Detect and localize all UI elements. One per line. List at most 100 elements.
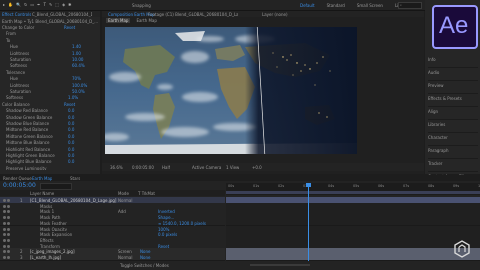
effect-controls-layer-tab[interactable]: C_Blend_GLOBAL_20680104_D_... xyxy=(32,12,92,17)
composition-viewer[interactable] xyxy=(105,27,357,154)
layer-name[interactable]: [L_earth_lh.jpg] xyxy=(30,255,61,260)
effect-property-value[interactable]: 0.0 xyxy=(68,147,74,152)
right-panel-item[interactable]: Preview xyxy=(428,81,478,94)
resolution-select[interactable]: Half xyxy=(162,165,170,170)
effect-property-row[interactable]: Midtone Blue Balance 0.0 xyxy=(2,140,98,145)
workspace-default[interactable]: Default xyxy=(300,3,315,8)
tool-icon[interactable]: ⬚ xyxy=(55,2,59,7)
visibility-switches[interactable] xyxy=(3,255,11,260)
tool-icon[interactable]: ✋ xyxy=(8,2,13,7)
effect-property-row[interactable]: Highlight Green Balance 0.0 xyxy=(2,153,98,158)
effect-property-value[interactable]: 0.0 xyxy=(68,153,74,158)
effect-property-row[interactable]: To xyxy=(2,38,98,43)
subtab-earth-map[interactable]: Earth Map xyxy=(106,18,131,23)
effect-property-value[interactable]: 1.40 xyxy=(72,44,81,49)
zoom-slider[interactable] xyxy=(250,264,310,266)
effect-property-label: Lightness xyxy=(10,50,30,56)
effect-property-value[interactable]: 0.0 xyxy=(68,140,74,145)
effect-property-value[interactable]: 0.0 xyxy=(68,108,74,113)
work-area-bar[interactable] xyxy=(226,191,480,194)
effect-property-row[interactable]: Preserve Luminosity xyxy=(2,166,98,171)
subtab-earth-map-2[interactable]: Earth Map xyxy=(136,18,156,23)
effect-property-value[interactable]: 0.0 xyxy=(68,159,74,164)
effect-property-value[interactable]: 60.4% xyxy=(72,63,85,68)
effect-controls-tab[interactable]: Effect Controls xyxy=(2,12,31,17)
right-panel-item[interactable]: Character xyxy=(428,133,478,146)
snapping-label[interactable]: Snapping xyxy=(132,3,151,8)
effect-property-row[interactable]: Saturation 10.00 xyxy=(2,57,98,62)
effect-property-row[interactable]: Hue 70% xyxy=(2,76,98,81)
effect-property-value[interactable]: 10.00 xyxy=(72,57,83,62)
tool-icon[interactable]: ✎ xyxy=(49,2,52,7)
toggle-switches-modes[interactable]: Toggle Switches / Modes xyxy=(120,263,169,268)
camera-select[interactable]: Active Camera xyxy=(192,165,221,170)
effect-property-label: Softness xyxy=(10,63,28,68)
tab-render-queue[interactable]: Render Queue xyxy=(3,176,32,181)
tab-earth-map[interactable]: Earth Map xyxy=(32,176,52,181)
effect-property-row[interactable]: Color Balance Reset xyxy=(2,102,98,107)
tool-icon[interactable]: 🔍 xyxy=(16,2,21,7)
right-panel-item[interactable]: Align xyxy=(428,107,478,120)
effect-property-row[interactable]: Midtone Green Balance 0.0 xyxy=(2,134,98,139)
workspace-small-screen[interactable]: Small Screen xyxy=(357,3,383,8)
right-panel-item[interactable]: Info xyxy=(428,55,478,68)
effect-property-row[interactable]: Highlight Red Balance 0.0 xyxy=(2,147,98,152)
views-select[interactable]: 1 View xyxy=(226,165,239,170)
effect-property-value[interactable]: 0.0 xyxy=(68,134,74,139)
effect-property-value[interactable]: 100.0% xyxy=(72,83,87,88)
effect-property-row[interactable]: Lightness 1.00 xyxy=(2,51,98,56)
effect-property-row[interactable]: Shadow Red Balance 0.0 xyxy=(2,108,98,113)
tool-icon[interactable]: ◈ xyxy=(62,2,65,7)
right-panel-item[interactable]: Audio xyxy=(428,68,478,81)
tool-icon[interactable]: ↻ xyxy=(24,2,27,7)
effect-property-value[interactable]: 1.0% xyxy=(68,95,78,100)
layer-mode[interactable]: Normal xyxy=(118,255,132,260)
effect-property-value[interactable]: Reset xyxy=(64,102,75,107)
effect-property-value[interactable]: 50.0% xyxy=(72,89,85,94)
tool-icon[interactable]: ▭ xyxy=(30,2,34,7)
right-panel-item[interactable]: Effects & Presets xyxy=(428,94,478,107)
timeline-search[interactable] xyxy=(40,183,72,190)
right-panel-item[interactable]: Paragraph xyxy=(428,146,478,159)
effect-property-row[interactable]: Lightness 100.0% xyxy=(2,83,98,88)
tab-stars[interactable]: Stars xyxy=(70,176,80,181)
tool-icon[interactable]: T xyxy=(43,2,45,7)
timeline-timecode[interactable]: 0:00:05:00 xyxy=(3,182,36,189)
right-panel-item[interactable]: Tracker xyxy=(428,159,478,172)
tool-icon[interactable]: ▸ xyxy=(3,2,5,7)
comp-timecode[interactable]: 0:00:05:00 xyxy=(132,165,154,170)
effect-property-row[interactable]: Midtone Red Balance 0.0 xyxy=(2,127,98,132)
workspace-standard[interactable]: Standard xyxy=(327,3,345,8)
tab-footage[interactable]: Footage (C1) Blend_GLOBAL_20680104_D_Lag… xyxy=(148,12,238,17)
effect-property-row[interactable]: Saturation 50.0% xyxy=(2,89,98,94)
layer-value[interactable]: None xyxy=(140,255,150,260)
effect-property-label: Hue xyxy=(10,44,19,49)
effect-property-row[interactable]: Softness 1.0% xyxy=(2,95,98,100)
cti-head[interactable] xyxy=(306,183,311,187)
timeline-ruler[interactable]: 00s01s02s03s04s05s06s07s08s09s10s xyxy=(226,183,480,195)
exposure-value[interactable]: +0.0 xyxy=(252,165,262,170)
search-help-field[interactable]: ⌕ xyxy=(398,2,422,9)
effect-property-row[interactable]: Highlight Blue Balance 0.0 xyxy=(2,159,98,164)
effect-property-row[interactable]: Hue 1.40 xyxy=(2,44,98,49)
zoom-level[interactable]: 36.6% xyxy=(110,165,123,170)
effect-property-row[interactable]: Shadow Green Balance 0.0 xyxy=(2,115,98,120)
effect-property-row[interactable]: Softness 60.4% xyxy=(2,63,98,68)
effect-property-row[interactable]: Shadow Blue Balance 0.0 xyxy=(2,121,98,126)
tool-icon[interactable]: ✱ xyxy=(68,2,71,7)
effect-property-row[interactable]: From xyxy=(2,31,98,36)
tab-layer[interactable]: Layer (none) xyxy=(262,12,288,17)
effect-property-value[interactable]: 70% xyxy=(72,76,81,81)
effect-property-row[interactable]: Change to Color Reset xyxy=(2,25,98,30)
tool-icon[interactable]: ✒ xyxy=(37,2,40,7)
effect-property-row[interactable]: Tolerance xyxy=(2,70,98,75)
effect-property-value[interactable]: 0.0 xyxy=(68,121,74,126)
effect-property-value[interactable]: 0.0 xyxy=(68,115,74,120)
layer-row[interactable]: 3 [L_earth_lh.jpg] Normal None xyxy=(0,254,225,261)
layer-duration-bar[interactable] xyxy=(226,254,480,261)
effect-property-value[interactable]: Reset xyxy=(64,25,75,30)
right-panel-item[interactable]: Libraries xyxy=(428,120,478,133)
current-time-indicator[interactable] xyxy=(308,183,309,261)
effect-property-value[interactable]: 1.00 xyxy=(72,51,81,56)
effect-property-value[interactable]: 0.0 xyxy=(68,127,74,132)
